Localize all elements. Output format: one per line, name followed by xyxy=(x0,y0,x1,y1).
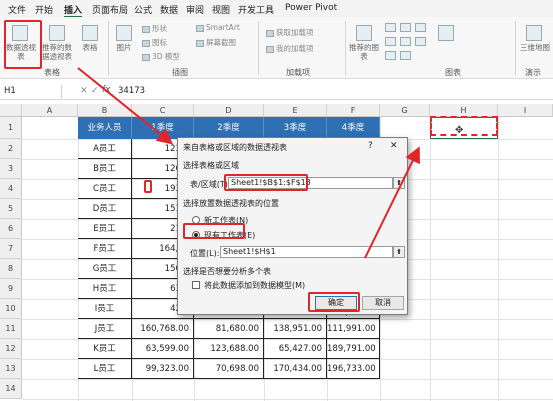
arrow-to-dialog xyxy=(77,67,174,145)
annotation-arrows xyxy=(77,67,420,259)
arrow-to-target-cell xyxy=(364,146,420,259)
